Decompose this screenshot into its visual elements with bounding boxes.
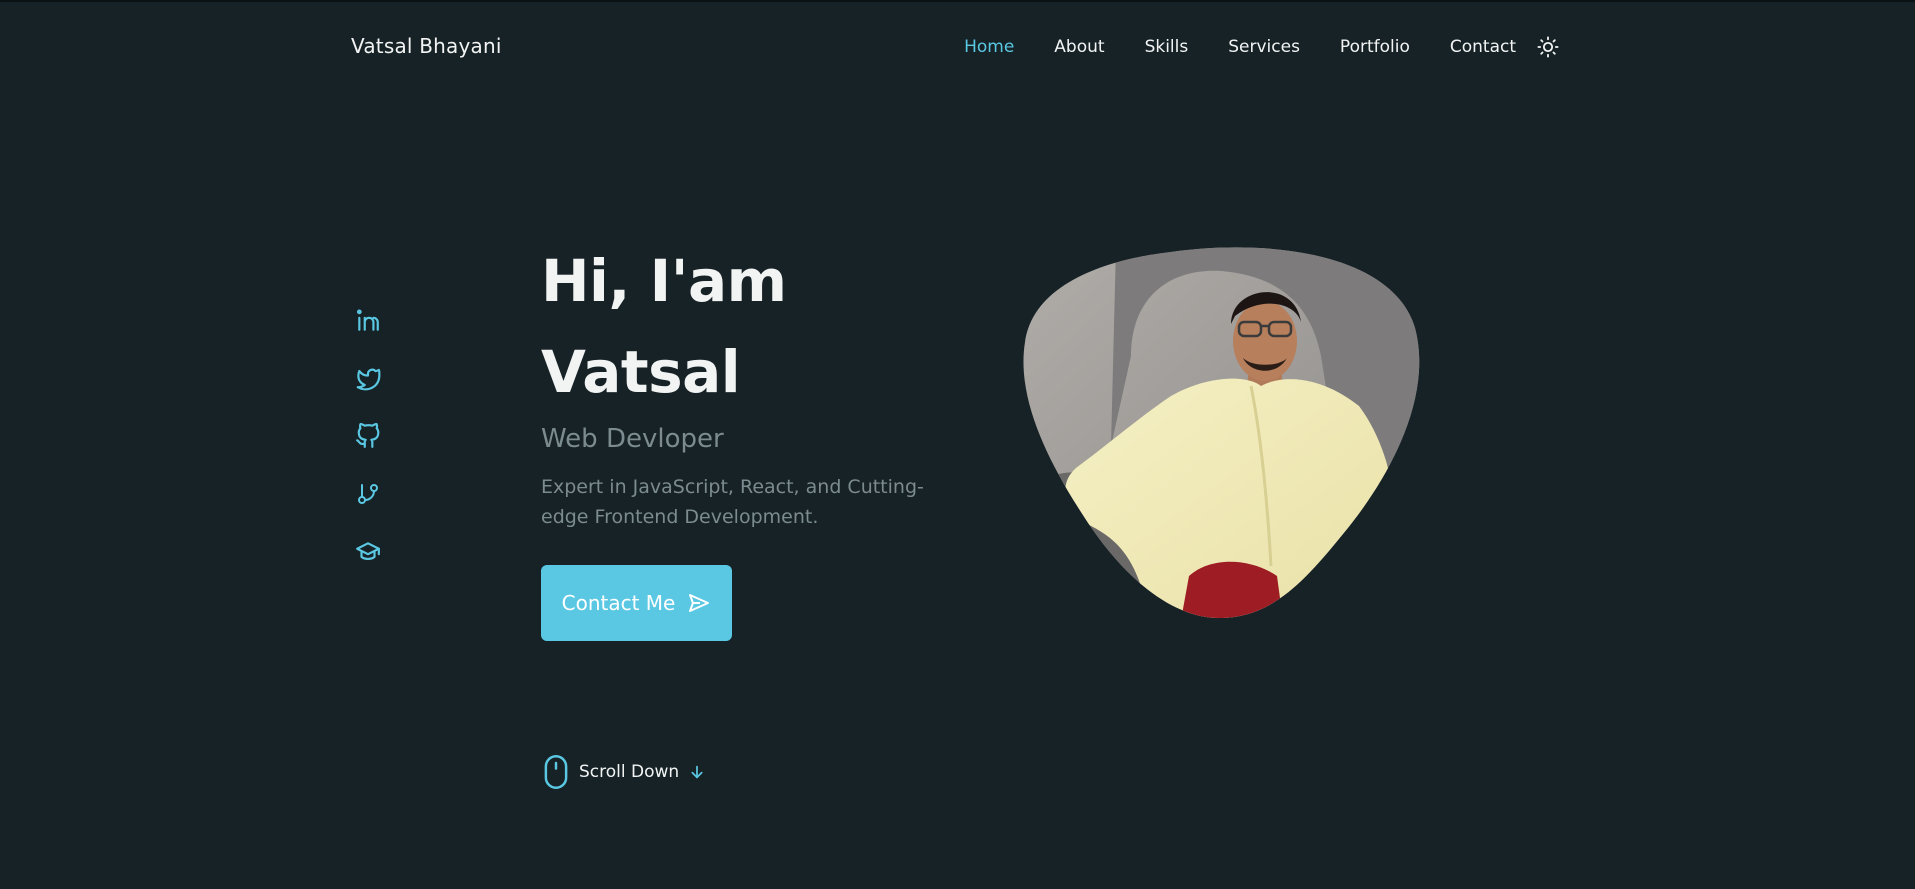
- contact-me-label: Contact Me: [561, 591, 676, 615]
- theme-toggle-button[interactable]: [1536, 35, 1560, 59]
- hero-title-line2: Vatsal: [541, 338, 741, 406]
- linkedin-icon: [356, 309, 379, 331]
- profile-photo: [1023, 247, 1420, 618]
- scroll-down-button[interactable]: Scroll Down: [541, 754, 705, 790]
- sun-icon: [1537, 36, 1559, 58]
- arrow-down-icon: [689, 764, 705, 780]
- site-header: Vatsal Bhayani Home About Skills Service…: [0, 0, 1915, 94]
- twitter-icon: [356, 368, 381, 391]
- nav-skills[interactable]: Skills: [1145, 37, 1189, 57]
- hero-section: Hi, I'am Vatsal Web Devloper Expert in J…: [541, 236, 961, 532]
- scroll-down-label: Scroll Down: [579, 762, 680, 782]
- main-nav: Home About Skills Services Portfolio Con…: [924, 33, 1560, 61]
- github-link[interactable]: [354, 422, 382, 450]
- git-branch-icon: [358, 484, 378, 504]
- hero-title-line1: Hi, I'am: [541, 247, 787, 315]
- linkedin-link[interactable]: [354, 306, 382, 334]
- github-icon: [356, 423, 380, 448]
- hero-title: Hi, I'am Vatsal: [541, 236, 961, 418]
- send-icon: [687, 591, 711, 615]
- mouse-icon: [544, 755, 568, 789]
- hero-description: Expert in JavaScript, React, and Cutting…: [541, 476, 924, 528]
- twitter-link[interactable]: [354, 364, 382, 392]
- nav-home[interactable]: Home: [964, 37, 1014, 57]
- social-links: [354, 306, 384, 596]
- hero-role: Web Devloper: [541, 424, 724, 454]
- contact-me-button[interactable]: Contact Me: [541, 565, 732, 641]
- nav-services[interactable]: Services: [1228, 37, 1300, 57]
- nav-portfolio[interactable]: Portfolio: [1340, 37, 1410, 57]
- nav-about[interactable]: About: [1054, 37, 1104, 57]
- education-link[interactable]: [354, 538, 382, 566]
- nav-contact[interactable]: Contact: [1450, 37, 1516, 57]
- git-link[interactable]: [354, 480, 382, 508]
- site-logo[interactable]: Vatsal Bhayani: [351, 34, 502, 58]
- graduation-cap-icon: [356, 542, 380, 560]
